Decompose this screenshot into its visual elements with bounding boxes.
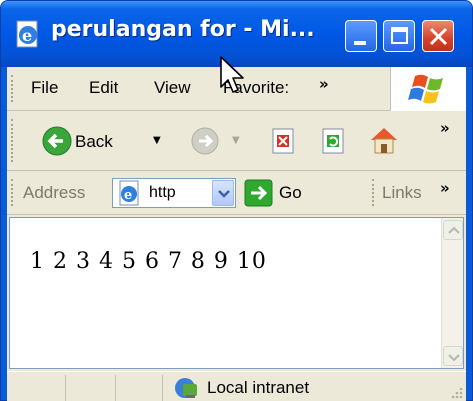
minimize-button[interactable]: [345, 20, 377, 52]
toolbar-grip[interactable]: [11, 119, 14, 162]
stop-icon[interactable]: [269, 126, 299, 156]
client-area: File Edit View Favorite: » Back ▼ ▼ » Ad…: [7, 67, 466, 401]
back-button[interactable]: Back: [35, 125, 135, 157]
status-panel-divider: [65, 375, 66, 401]
status-panel-divider: [162, 375, 163, 401]
address-field[interactable]: e http: [112, 178, 236, 208]
svg-text:e: e: [22, 26, 32, 45]
close-button[interactable]: [422, 20, 454, 52]
back-label: Back: [75, 132, 113, 151]
address-label: Address: [23, 183, 86, 202]
chevron-up-icon: [448, 226, 460, 234]
resize-grip-icon[interactable]: [450, 386, 464, 400]
toolbar-overflow-chevron[interactable]: »: [440, 119, 450, 137]
svg-text:e: e: [124, 188, 132, 203]
scroll-down-button[interactable]: [443, 346, 463, 366]
back-arrow-icon: [42, 126, 72, 156]
chevron-down-icon: [448, 354, 460, 362]
page-text: 1 2 3 4 5 6 7 8 9 10: [30, 249, 267, 274]
security-zone-label: Local intranet: [207, 378, 310, 397]
windows-logo: [390, 67, 466, 111]
refresh-icon[interactable]: [319, 126, 349, 156]
forward-arrow-icon[interactable]: [189, 124, 223, 158]
standard-toolbar: Back ▼ ▼ »: [7, 111, 466, 171]
ie-page-icon: e: [119, 180, 139, 206]
mouse-cursor-icon: [220, 56, 244, 93]
page-content: 1 2 3 4 5 6 7 8 9 10: [9, 217, 464, 369]
maximize-button[interactable]: [383, 20, 415, 52]
go-button[interactable]: Go: [243, 177, 319, 209]
links-grip[interactable]: [372, 179, 375, 206]
browser-window: e perulangan for - Mi... File Edit View …: [0, 0, 473, 401]
minimize-icon: [354, 41, 366, 45]
address-bar: Address e http Go Links »: [7, 171, 466, 215]
forward-history-dropdown[interactable]: ▼: [232, 135, 240, 146]
links-label[interactable]: Links: [382, 183, 422, 203]
close-icon: [429, 27, 448, 46]
scroll-up-button[interactable]: [443, 220, 463, 240]
menu-file[interactable]: File: [31, 78, 58, 98]
status-bar: Local intranet: [7, 371, 466, 401]
back-history-dropdown[interactable]: ▼: [153, 135, 161, 146]
address-dropdown-button[interactable]: [212, 180, 234, 206]
menubar-overflow-chevron[interactable]: »: [319, 75, 329, 93]
windows-flag-icon: [408, 74, 443, 104]
intranet-zone-icon: [175, 378, 197, 398]
menu-view[interactable]: View: [154, 78, 191, 98]
addressbar-grip[interactable]: [11, 179, 14, 206]
go-label: Go: [279, 183, 302, 202]
links-overflow-chevron[interactable]: »: [440, 179, 450, 197]
chevron-down-icon: [218, 190, 230, 198]
window-title: perulangan for - Mi...: [51, 17, 315, 42]
go-arrow-icon: [244, 179, 273, 207]
home-icon[interactable]: [367, 123, 401, 157]
maximize-icon: [391, 27, 408, 44]
menu-edit[interactable]: Edit: [89, 78, 118, 98]
status-panel-divider: [115, 375, 116, 401]
vertical-scrollbar[interactable]: [441, 218, 463, 368]
address-value[interactable]: http: [149, 184, 199, 202]
menubar-grip[interactable]: [11, 75, 14, 102]
ie-page-icon: e: [16, 20, 38, 48]
